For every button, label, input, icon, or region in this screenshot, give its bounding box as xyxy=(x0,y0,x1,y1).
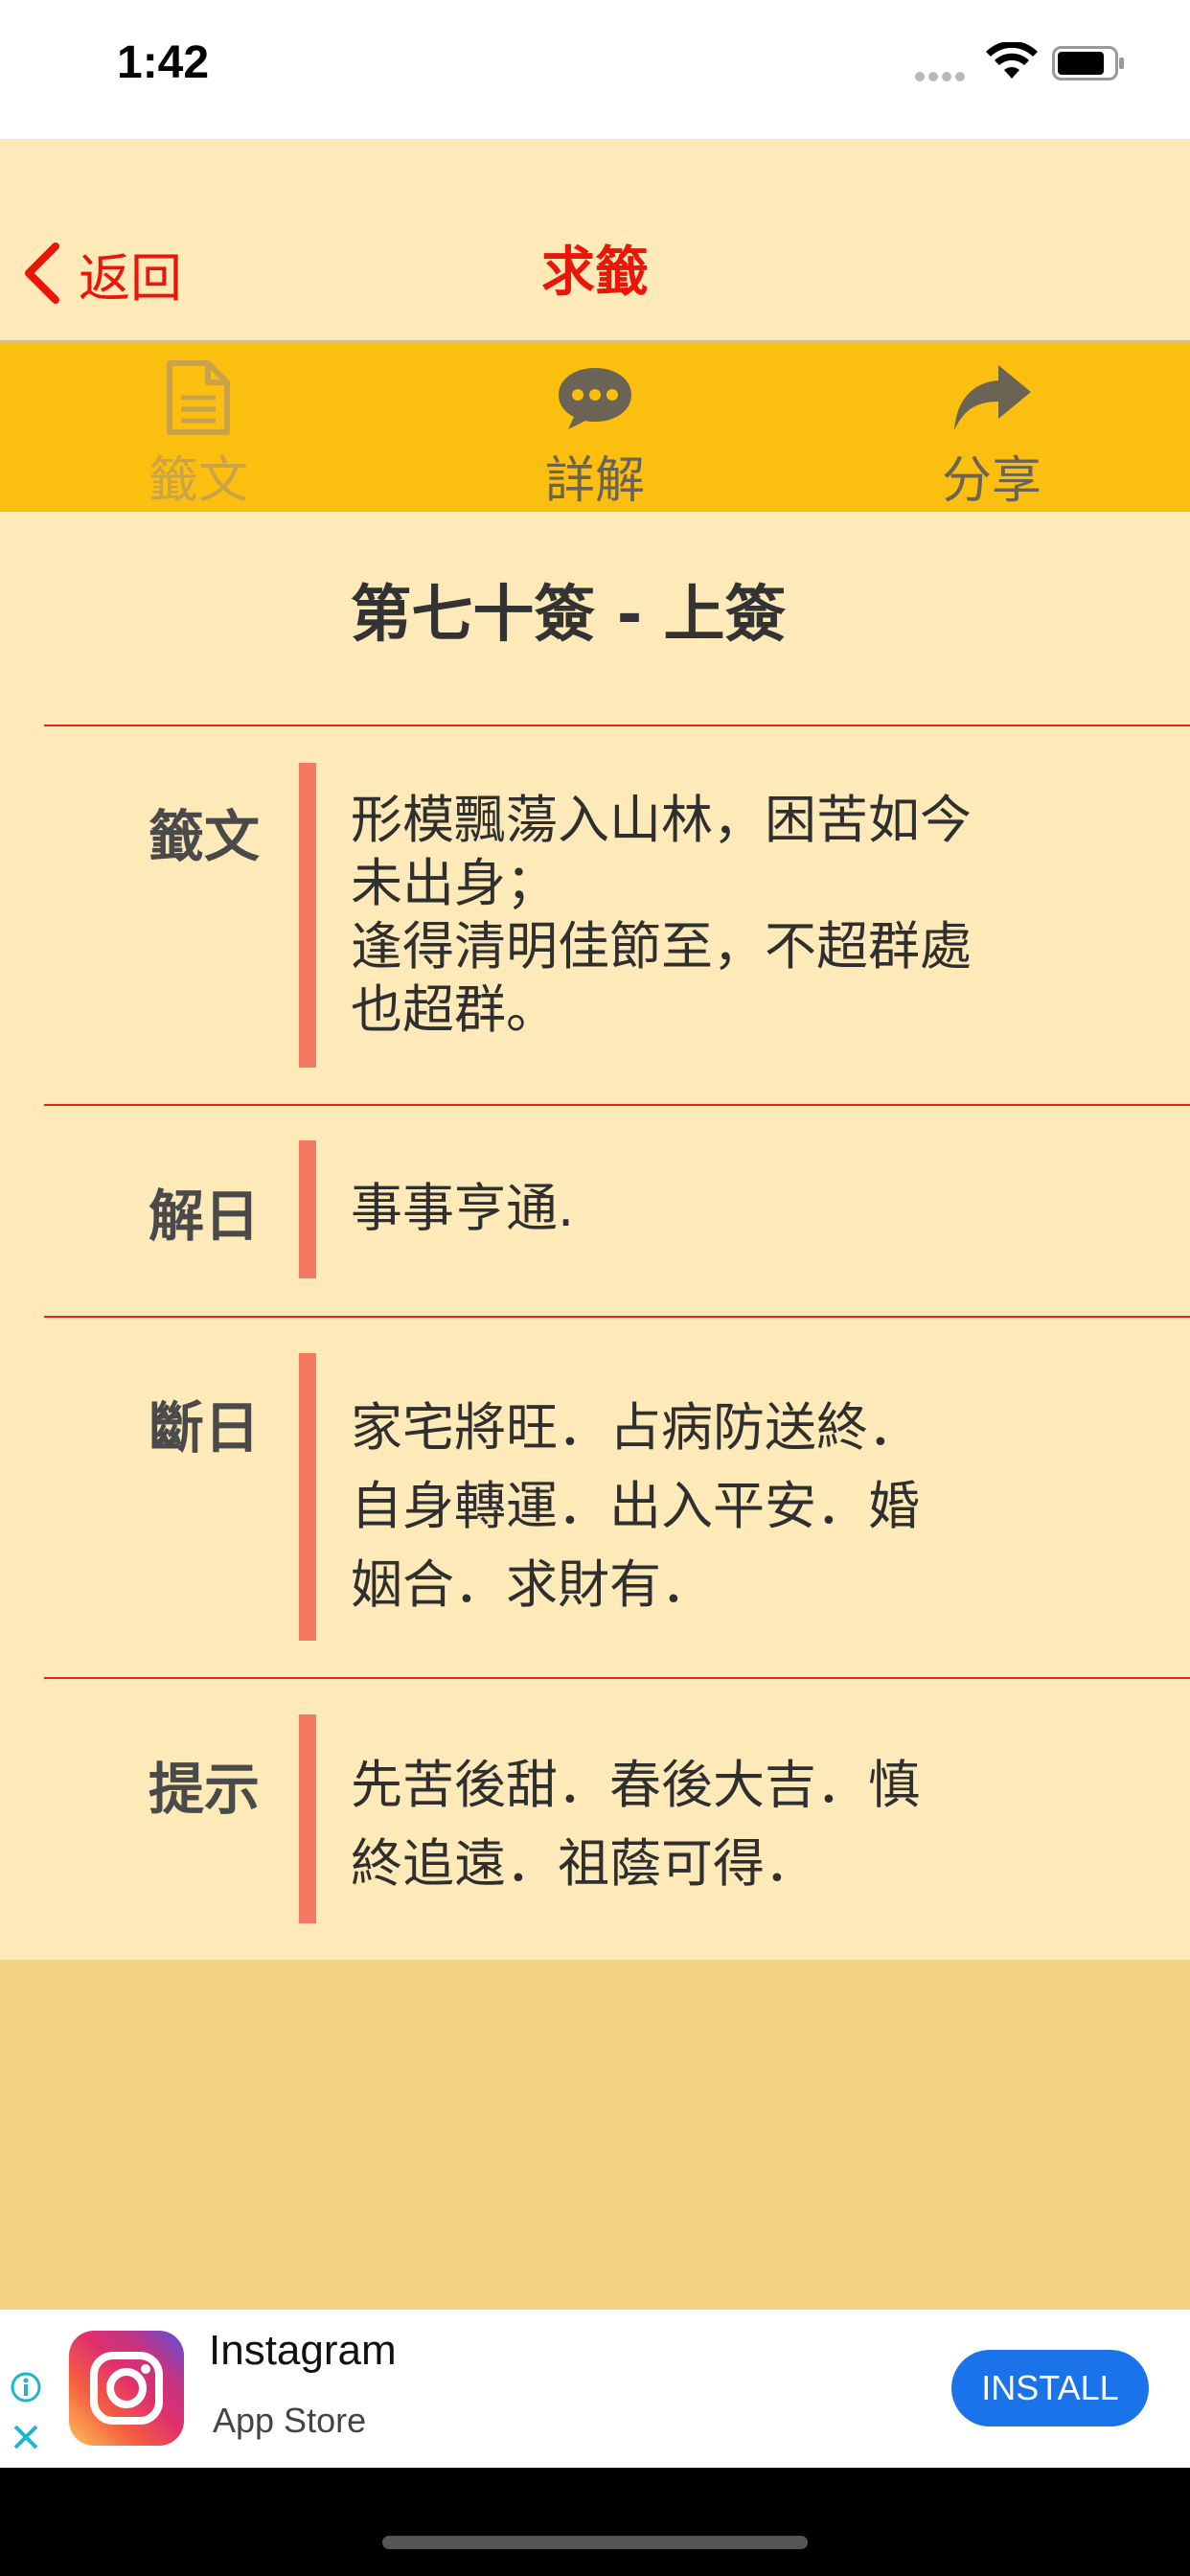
status-time: 1:42 xyxy=(117,37,210,88)
document-icon xyxy=(167,359,230,435)
wifi-icon xyxy=(986,42,1038,79)
section-accent-bar xyxy=(299,763,316,1068)
instagram-logo-icon xyxy=(69,2331,184,2446)
section-text-hint: 先苦後甜．春後大吉．慎 終追遠．祖蔭可得． xyxy=(351,1755,920,1894)
tab-label: 籤文 xyxy=(148,452,248,510)
home-indicator-area xyxy=(0,2468,1190,2576)
section-label-poem: 籤文 xyxy=(149,804,261,869)
tab-share[interactable]: 分享 xyxy=(793,343,1190,512)
section-divider xyxy=(44,1316,1190,1318)
section-accent-bar xyxy=(299,1140,316,1278)
footer-background xyxy=(0,1960,1190,2310)
home-indicator[interactable] xyxy=(382,2536,808,2549)
ad-store-label: App Store xyxy=(213,2401,367,2440)
segment-tab-bar: 籤文 詳解 分享 xyxy=(0,343,1190,512)
section-label-judgement: 斷日 xyxy=(149,1395,261,1460)
tab-label: 詳解 xyxy=(544,452,645,510)
section-divider xyxy=(44,724,1190,726)
battery-icon xyxy=(1052,46,1124,80)
ad-app-name: Instagram xyxy=(209,2327,397,2374)
page-title: 求籤 xyxy=(541,242,649,304)
section-accent-bar xyxy=(299,1353,316,1641)
section-accent-bar xyxy=(299,1714,316,1923)
tab-label: 分享 xyxy=(941,452,1041,510)
close-icon[interactable] xyxy=(10,2421,42,2453)
status-bar: 1:42 xyxy=(0,0,1190,139)
cellular-signal-icon xyxy=(915,67,973,81)
tab-details[interactable]: 詳解 xyxy=(397,343,793,512)
info-icon[interactable] xyxy=(10,2371,42,2404)
chat-bubble-icon xyxy=(559,367,631,429)
section-label-hint: 提示 xyxy=(149,1757,261,1822)
share-arrow-icon xyxy=(954,364,1031,430)
section-text-judgement: 家宅將旺．占病防送終． 自身轉運．出入平安．婚 姻合．求財有． xyxy=(351,1397,920,1615)
install-button[interactable]: INSTALL xyxy=(951,2350,1149,2426)
section-label-interpretation: 解日 xyxy=(149,1184,261,1249)
section-divider xyxy=(44,1104,1190,1106)
section-text-poem: 形模飄蕩入山林，困苦如今 未出身； 逢得清明佳節至，不超群處 也超群。 xyxy=(351,790,972,1040)
tab-poem[interactable]: 籤文 xyxy=(0,343,397,512)
fortune-heading: 第七十簽 - 上簽 xyxy=(350,580,787,651)
section-text-interpretation: 事事亨通. xyxy=(351,1178,575,1238)
section-divider xyxy=(44,1677,1190,1679)
